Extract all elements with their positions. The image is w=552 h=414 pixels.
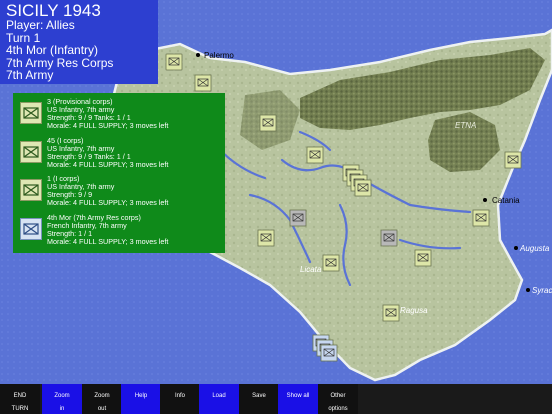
allied-unit-counter[interactable] bbox=[306, 146, 324, 164]
button-label: Help bbox=[134, 393, 148, 399]
allied-unit-counter[interactable] bbox=[259, 114, 277, 132]
allied-unit-counter[interactable] bbox=[382, 304, 400, 322]
button-label-line2: TURN bbox=[11, 406, 29, 412]
allied-unit-counter[interactable] bbox=[354, 179, 372, 197]
unit-status: Morale: 4 FULL SUPPLY; 3 moves left bbox=[47, 198, 169, 208]
axis-unit-counter[interactable] bbox=[289, 209, 307, 227]
button-label: Info bbox=[174, 393, 185, 399]
button-label: END bbox=[13, 393, 27, 399]
label-augusta: Augusta bbox=[519, 244, 550, 253]
button-label: Load bbox=[212, 393, 226, 399]
other-options-button[interactable]: Other options bbox=[318, 384, 358, 414]
axis-unit-counter[interactable] bbox=[380, 229, 398, 247]
game-title: SICILY 1943 bbox=[6, 1, 101, 20]
infantry-icon bbox=[20, 102, 42, 124]
info-button[interactable]: Info bbox=[160, 384, 200, 414]
allied-unit-counter[interactable] bbox=[472, 209, 490, 227]
bottom-toolbar: END TURN Zoom in Zoom out Help Info Load Save Show… bbox=[0, 384, 552, 414]
help-button[interactable]: Help bbox=[121, 384, 161, 414]
label-catania: Catania bbox=[492, 196, 520, 205]
allied-unit-counter[interactable] bbox=[320, 344, 338, 362]
button-label: Zoom bbox=[54, 393, 70, 399]
city-dot-palermo bbox=[196, 53, 200, 57]
unit-entry-selected[interactable]: 4th Mor (7th Army Res corps) French Infa… bbox=[20, 213, 224, 250]
label-etna: ETNA bbox=[455, 121, 476, 130]
label-ragusa: Ragusa bbox=[400, 306, 428, 315]
button-label-line2: options bbox=[328, 406, 348, 412]
allied-unit-counter[interactable] bbox=[504, 151, 522, 169]
infantry-icon bbox=[20, 141, 42, 163]
allied-unit-counter[interactable] bbox=[257, 229, 275, 247]
allied-unit-counter[interactable] bbox=[322, 254, 340, 272]
zoom-in-button[interactable]: Zoom in bbox=[42, 384, 82, 414]
save-button[interactable]: Save bbox=[239, 384, 279, 414]
city-dot-syracuse bbox=[526, 288, 530, 292]
zoom-out-button[interactable]: Zoom out bbox=[82, 384, 122, 414]
unit-status: Morale: 4 FULL SUPPLY; 3 moves left bbox=[47, 121, 169, 131]
allied-unit-counter[interactable] bbox=[414, 249, 432, 267]
button-label: Zoom bbox=[94, 393, 110, 399]
unit-status: Morale: 4 FULL SUPPLY; 3 moves left bbox=[47, 160, 169, 170]
allied-unit-counter[interactable] bbox=[165, 53, 183, 71]
unit-entry[interactable]: 45 (I corps) US Infantry, 7th army Stren… bbox=[20, 136, 224, 173]
infantry-icon bbox=[20, 179, 42, 201]
label-palermo: Palermo bbox=[204, 51, 234, 60]
label-syracuse: Syrac bbox=[532, 286, 552, 295]
unit-status: Morale: 4 FULL SUPPLY; 3 moves left bbox=[47, 237, 169, 247]
allied-unit-counter[interactable] bbox=[194, 74, 212, 92]
french-infantry-icon bbox=[20, 218, 42, 240]
unit-entry[interactable]: 1 (I corps) US Infantry, 7th army Streng… bbox=[20, 174, 224, 211]
city-dot-catania bbox=[483, 198, 487, 202]
label-licata: Licata bbox=[300, 265, 322, 274]
load-button[interactable]: Load bbox=[199, 384, 239, 414]
hex-unit-list: 3 (Provisional corps) US Infantry, 7th a… bbox=[13, 93, 225, 253]
button-label-line2: in bbox=[59, 406, 65, 412]
show-all-button[interactable]: Show all bbox=[278, 384, 318, 414]
button-label: Other bbox=[330, 393, 346, 399]
end-turn-button[interactable]: END TURN bbox=[0, 384, 40, 414]
button-label-line2: out bbox=[97, 406, 107, 412]
city-dot-augusta bbox=[514, 246, 518, 250]
unit-entry[interactable]: 3 (Provisional corps) US Infantry, 7th a… bbox=[20, 97, 224, 134]
unit-label: 4th Mor (Infantry) bbox=[6, 43, 99, 58]
army-label: 7th Army bbox=[6, 68, 54, 83]
button-label: Save bbox=[252, 393, 266, 399]
button-label: Show all bbox=[286, 393, 310, 399]
selected-unit-info: SICILY 1943 Player: Allies Turn 1 4th Mo… bbox=[0, 0, 158, 84]
player-label: Player: Allies bbox=[6, 18, 75, 32]
